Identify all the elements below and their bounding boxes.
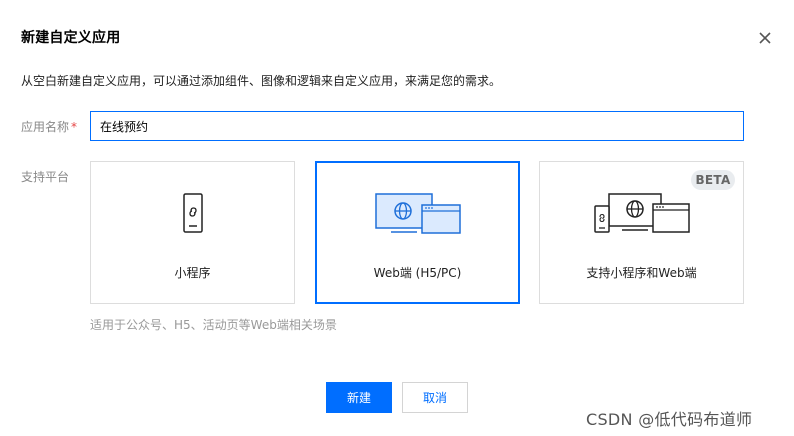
create-app-dialog: 新建自定义应用 从空白新建自定义应用，可以通过添加组件、图像和逻辑来自定义应用，… — [0, 0, 794, 436]
multi-platform-icon — [540, 192, 743, 236]
web-desktop-icon — [317, 192, 518, 236]
create-button[interactable]: 新建 — [326, 382, 392, 413]
beta-badge: BETA — [691, 170, 735, 190]
platform-hint: 适用于公众号、H5、活动页等Web端相关场景 — [90, 318, 337, 332]
dialog-title: 新建自定义应用 — [21, 30, 121, 46]
cancel-button[interactable]: 取消 — [402, 382, 468, 413]
platform-option-miniprogram[interactable]: 小程序 — [90, 161, 295, 304]
platform-option-web[interactable]: Web端 (H5/PC) — [315, 161, 520, 304]
close-icon[interactable] — [756, 29, 774, 47]
app-name-input[interactable] — [90, 111, 744, 141]
watermark: CSDN @低代码布道师 — [586, 410, 753, 429]
app-name-label: 应用名称 * — [21, 118, 77, 135]
app-name-label-text: 应用名称 — [21, 120, 70, 134]
mobile-miniprogram-icon — [91, 192, 294, 234]
dialog-description: 从空白新建自定义应用，可以通过添加组件、图像和逻辑来自定义应用，来满足您的需求。 — [21, 74, 502, 88]
platform-option-label: Web端 (H5/PC) — [373, 266, 462, 280]
platform-label: 支持平台 — [21, 170, 70, 184]
platform-option-label: 小程序 — [174, 266, 211, 280]
required-mark: * — [71, 120, 78, 134]
platform-option-both[interactable]: BETA 支持小程序和Web端 — [539, 161, 744, 304]
platform-option-label: 支持小程序和Web端 — [586, 266, 697, 280]
